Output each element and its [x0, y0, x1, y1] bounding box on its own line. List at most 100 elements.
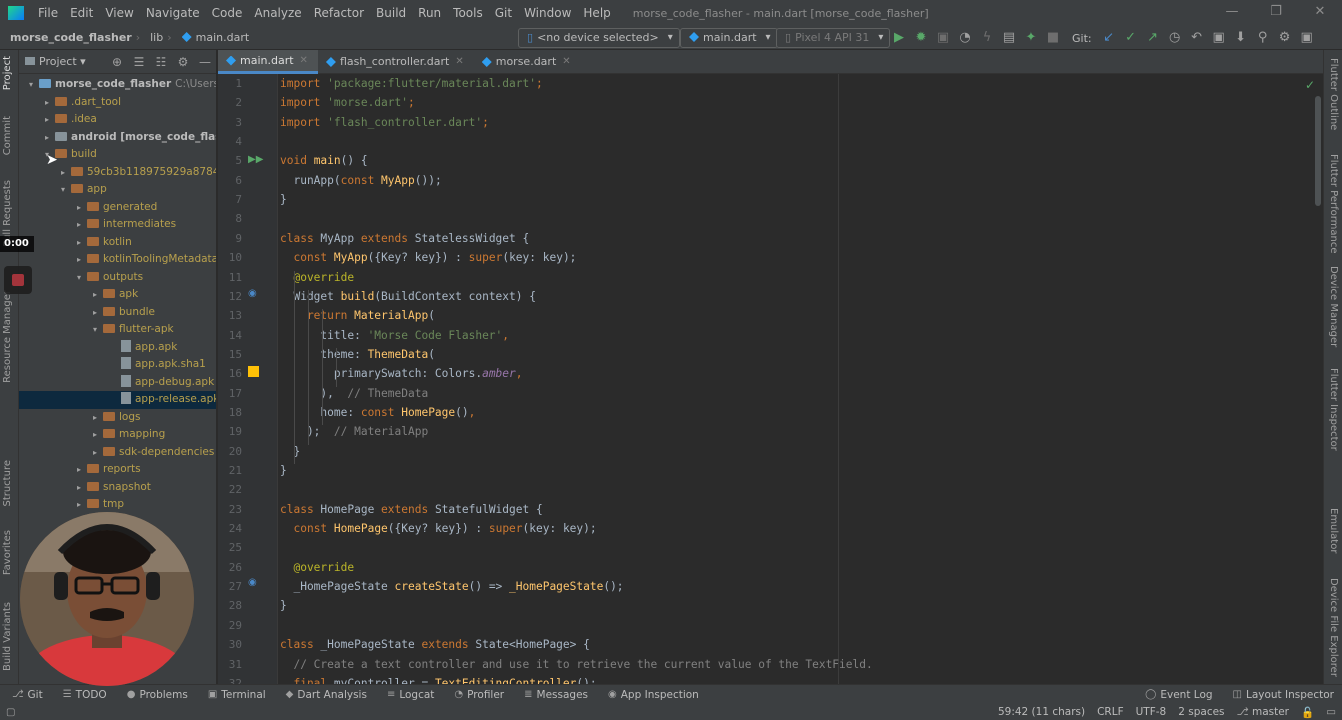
settings-gear-icon[interactable]: ⚙ [1274, 28, 1296, 48]
search-icon[interactable]: ⚲ [1252, 28, 1274, 48]
code-line[interactable]: // Create a text controller and use it t… [280, 658, 872, 671]
chevron-right-icon[interactable]: ▸ [89, 286, 101, 304]
menu-code[interactable]: Code [206, 6, 249, 20]
git-commit-icon[interactable]: ✓ [1120, 28, 1142, 48]
breadcrumb-file[interactable]: main.dart [172, 31, 254, 44]
chevron-right-icon[interactable]: ▸ [41, 129, 53, 147]
code-line[interactable]: } [280, 464, 287, 477]
hide-panel-icon[interactable]: — [194, 55, 216, 69]
tree-item[interactable]: ▸ android [morse_code_flasher_ [19, 129, 216, 147]
tree-item[interactable]: ▾ flutter-apk [19, 321, 216, 339]
tool-window-problems[interactable]: ● Problems [115, 689, 196, 701]
menu-edit[interactable]: Edit [64, 6, 99, 20]
chevron-right-icon[interactable]: ▸ [73, 251, 85, 269]
menu-run[interactable]: Run [412, 6, 447, 20]
chevron-right-icon[interactable]: ▸ [41, 111, 53, 129]
restore-icon[interactable]: ❐ [1254, 0, 1298, 26]
menu-tools[interactable]: Tools [447, 6, 489, 20]
tool-window-profiler[interactable]: ◔ Profiler [442, 689, 512, 701]
no-problems-check-icon[interactable]: ✓ [1305, 78, 1315, 92]
code-line[interactable]: final myController = TextEditingControll… [280, 677, 596, 684]
code-line[interactable]: } [280, 445, 300, 458]
menu-git[interactable]: Git [489, 6, 518, 20]
apply-changes-icon[interactable]: ✦ [1020, 28, 1042, 48]
build-variants-tool-tab[interactable]: Build Variants [2, 602, 13, 671]
project-view-selector[interactable]: Project ▾ [19, 55, 86, 68]
breadcrumb-project[interactable]: morse_code_flasher [0, 31, 136, 44]
tree-item[interactable]: ▸ sdk-dependencies [19, 444, 216, 462]
favorites-tool-tab[interactable]: Favorites [2, 530, 13, 575]
chevron-right-icon[interactable]: ▸ [73, 479, 85, 497]
tree-item[interactable]: ▸ tmp [19, 496, 216, 514]
run-icon[interactable]: ▶ [888, 28, 910, 48]
git-update-icon[interactable]: ↙ [1098, 28, 1120, 48]
tree-item[interactable]: ▸ logs [19, 409, 216, 427]
chevron-down-icon[interactable]: ▾ [57, 181, 69, 199]
git-branch[interactable]: ⎇ master [1231, 706, 1295, 718]
code-line[interactable]: home: const HomePage(), [280, 406, 475, 419]
breadcrumb-folder[interactable]: lib [140, 31, 167, 44]
device-manager-tool-tab[interactable]: Device Manager [1328, 266, 1339, 347]
close-tab-icon[interactable]: ✕ [300, 49, 308, 73]
override-gutter-icon[interactable]: ◉ [248, 288, 257, 299]
code-line[interactable]: import 'morse.dart'; [280, 96, 415, 109]
device-manager-icon[interactable]: ▣ [1208, 28, 1230, 48]
code-line[interactable]: ); // MaterialApp [280, 425, 428, 438]
chevron-right-icon[interactable]: ▸ [57, 164, 69, 182]
commit-tool-tab[interactable]: Commit [2, 116, 13, 155]
emulator-selector[interactable]: ▯ Pixel 4 API 31 [776, 28, 891, 48]
tree-item[interactable]: ▸ kotlin [19, 234, 216, 252]
options-gear-icon[interactable]: ⚙ [172, 55, 194, 69]
menu-help[interactable]: Help [577, 6, 616, 20]
chevron-right-icon[interactable]: ▸ [73, 216, 85, 234]
tree-item[interactable]: ▾ app [19, 181, 216, 199]
tool-window-todo[interactable]: ☰ TODO [51, 689, 115, 701]
menu-file[interactable]: File [32, 6, 64, 20]
flutter-performance-tool-tab[interactable]: Flutter Performance [1328, 154, 1339, 254]
code-line[interactable]: runApp(const MyApp()); [280, 174, 441, 187]
chevron-right-icon[interactable]: ▸ [73, 234, 85, 252]
menu-view[interactable]: View [99, 6, 139, 20]
chevron-right-icon[interactable]: ▸ [89, 444, 101, 462]
code-line[interactable]: return MaterialApp( [280, 309, 435, 322]
tree-item[interactable]: ▸ reports [19, 461, 216, 479]
tree-item[interactable]: ▸ apk [19, 286, 216, 304]
memory-indicator-icon[interactable]: ▭ [1320, 706, 1342, 718]
debug-icon[interactable]: ✹ [910, 28, 932, 48]
code-line[interactable]: import 'flash_controller.dart'; [280, 116, 489, 129]
editor-tab[interactable]: morse.dart ✕ [474, 50, 581, 74]
chevron-right-icon[interactable]: ▸ [73, 461, 85, 479]
tree-item[interactable]: app.apk.sha1 [19, 356, 216, 374]
chevron-right-icon[interactable]: ▸ [89, 426, 101, 444]
tree-item[interactable]: ▸ generated [19, 199, 216, 217]
code-line[interactable]: } [280, 599, 287, 612]
account-icon[interactable]: ▣ [1296, 28, 1318, 48]
chevron-right-icon[interactable]: ▸ [73, 199, 85, 217]
editor-tab[interactable]: flash_controller.dart ✕ [318, 50, 474, 74]
attach-debugger-icon[interactable]: ▤ [998, 28, 1020, 48]
tool-window-app-inspection[interactable]: ◉ App Inspection [596, 689, 707, 701]
menu-window[interactable]: Window [518, 6, 577, 20]
caret-position[interactable]: 59:42 (11 chars) [992, 706, 1091, 718]
tree-item[interactable]: ▾ morse_code_flasherC:\Users\shar [19, 76, 216, 94]
close-icon[interactable]: ✕ [1298, 0, 1342, 26]
tool-window-layout-inspector[interactable]: ◫ Layout Inspector [1221, 689, 1342, 701]
tree-item[interactable]: app-debug.apk [19, 374, 216, 392]
code-line[interactable]: const MyApp({Key? key}) : super(key: key… [280, 251, 576, 264]
code-editor[interactable]: ▶▶ ◉ ◉ 1 2 3 4 5 6 7 8 9 10 11 12 13 14 15 16 17 18 19 20 21… [218, 74, 1323, 684]
override-gutter-icon[interactable]: ◉ [248, 577, 257, 588]
code-line[interactable]: ), // ThemeData [280, 387, 428, 400]
code-line[interactable]: } [280, 193, 287, 206]
git-history-icon[interactable]: ◷ [1164, 28, 1186, 48]
run-main-gutter-icon[interactable]: ▶▶ [248, 154, 263, 165]
profile-icon[interactable]: ◔ [954, 28, 976, 48]
editor-tab[interactable]: main.dart ✕ [218, 50, 318, 74]
rollback-icon[interactable]: ↶ [1186, 28, 1208, 48]
structure-tool-tab[interactable]: Structure [2, 460, 13, 507]
chevron-right-icon[interactable]: ▸ [89, 409, 101, 427]
code-line[interactable]: import 'package:flutter/material.dart'; [280, 77, 543, 90]
tree-item[interactable]: ▾ outputs [19, 269, 216, 287]
tool-window-logcat[interactable]: ≡ Logcat [375, 689, 442, 701]
indent-setting[interactable]: 2 spaces [1172, 706, 1230, 718]
tool-window-git[interactable]: ⎇ Git [0, 689, 51, 701]
